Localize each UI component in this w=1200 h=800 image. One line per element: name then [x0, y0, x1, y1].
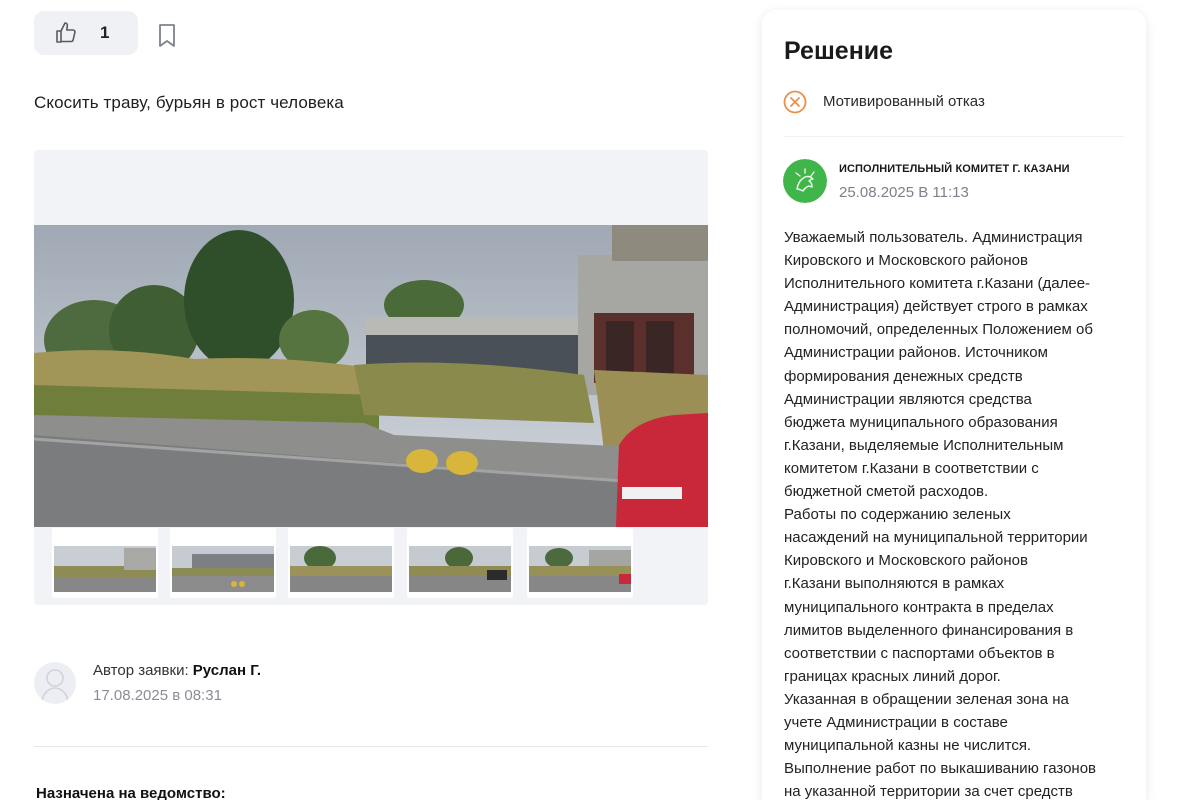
organization-name: ИСПОЛНИТЕЛЬНЫЙ КОМИТЕТ Г. КАЗАНИ	[839, 163, 1070, 175]
organization-logo-icon	[783, 159, 827, 203]
like-button[interactable]: 1	[34, 11, 138, 55]
author-label: Автор заявки:	[93, 662, 189, 679]
assignment-label: Назначена на ведомство:	[36, 785, 226, 800]
thumbnail[interactable]	[407, 528, 513, 598]
decision-date: 25.08.2025 В 11:13	[839, 184, 969, 201]
issue-title: Скосить траву, бурьян в рост человека	[34, 93, 344, 112]
decision-card: Решение Мотивированный отказ ИСПОЛНИТЕЛЬ…	[762, 10, 1146, 800]
thumbnail[interactable]	[52, 528, 158, 598]
author-name: Руслан Г.	[192, 662, 262, 679]
thumbnail[interactable]	[288, 528, 394, 598]
decision-title: Решение	[784, 37, 894, 65]
divider	[34, 746, 708, 747]
card-divider	[784, 136, 1124, 137]
main-photo[interactable]	[34, 225, 708, 527]
decision-status: Мотивированный отказ	[823, 93, 985, 110]
like-count: 1	[100, 23, 110, 42]
thumbnail[interactable]	[527, 528, 633, 598]
thumbnail[interactable]	[170, 528, 276, 598]
author-info: Автор заявки: Руслан Г.	[93, 662, 261, 679]
photo-gallery	[34, 150, 708, 605]
author-avatar	[34, 662, 76, 704]
bookmark-icon[interactable]	[156, 22, 178, 50]
thumbs-up-icon	[56, 22, 76, 43]
author-date: 17.08.2025 в 08:31	[93, 687, 222, 704]
decision-text: Уважаемый пользователь. Администрация Ки…	[784, 229, 1097, 800]
rejected-icon	[783, 90, 807, 114]
issue-column: 1 Скосить траву, бурьян в рост человека	[34, 0, 708, 800]
